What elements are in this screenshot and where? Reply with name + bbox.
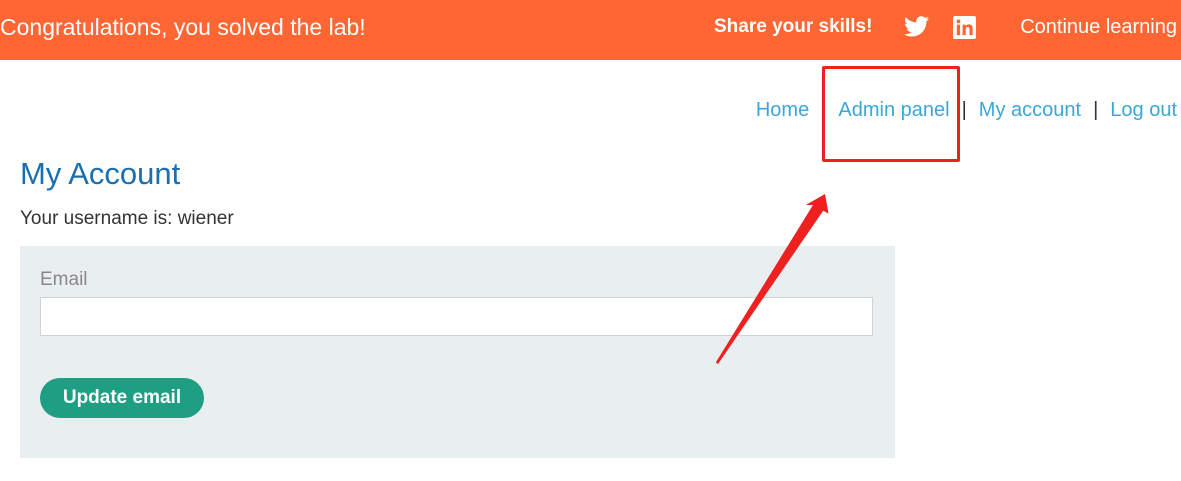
email-field[interactable] (40, 297, 873, 336)
lab-solved-banner: Congratulations, you solved the lab! Sha… (0, 0, 1181, 60)
banner-message: Congratulations, you solved the lab! (0, 14, 366, 40)
annotation-highlight-box (822, 66, 960, 162)
twitter-icon[interactable] (904, 16, 929, 37)
nav-separator: | (961, 99, 967, 121)
email-label: Email (40, 269, 88, 290)
top-navigation: Home | Admin panel | My account | Log out (756, 96, 1177, 124)
update-email-button[interactable]: Update email (40, 378, 204, 418)
username-text: Your username is: wiener (20, 208, 234, 229)
continue-learning-link[interactable]: Continue learning (1020, 14, 1177, 40)
update-email-form: Email Update email (20, 246, 895, 458)
nav-separator: | (1093, 99, 1099, 121)
nav-home-link[interactable]: Home (756, 99, 809, 121)
nav-log-out-link[interactable]: Log out (1110, 99, 1177, 121)
nav-my-account-link[interactable]: My account (979, 99, 1081, 121)
linkedin-icon[interactable] (953, 16, 976, 39)
share-skills-label: Share your skills! (714, 16, 873, 37)
page-title: My Account (20, 156, 181, 191)
